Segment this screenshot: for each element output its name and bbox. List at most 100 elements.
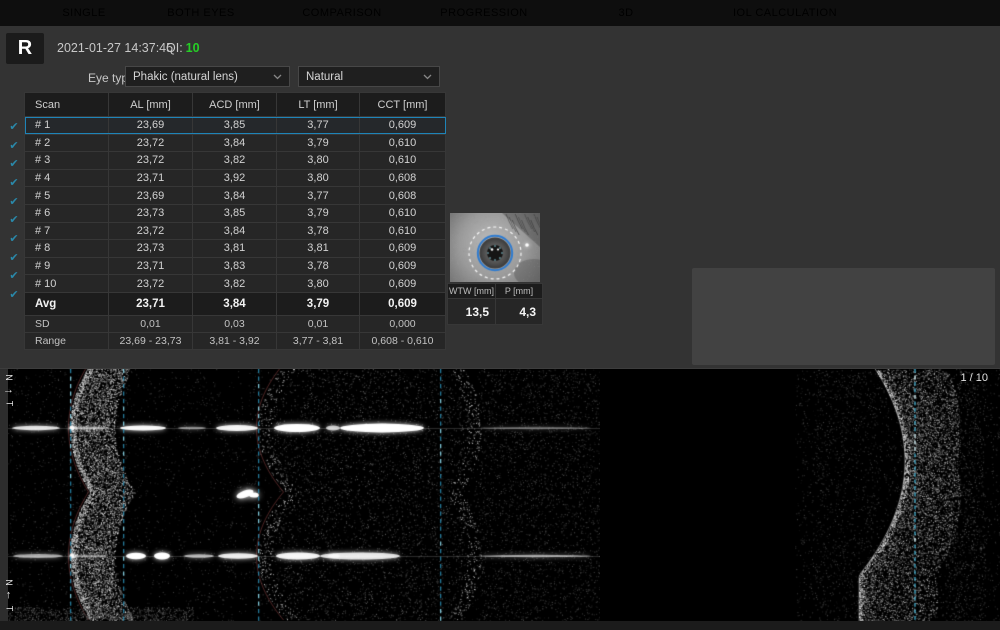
scan-page-indicator: 1 / 10 <box>960 372 988 384</box>
summary-value-cell: 0,01 <box>109 315 193 332</box>
check-icon[interactable]: ✔ <box>5 285 23 304</box>
scan-id-cell: # 4 <box>25 169 109 187</box>
scan-row[interactable]: # 423,713,923,800,608 <box>25 169 446 187</box>
value-cell: 0,610 <box>360 204 446 222</box>
scan-id-cell: # 8 <box>25 240 109 258</box>
tab-iol-calculation[interactable]: IOL CALCULATION <box>714 0 856 26</box>
scan-row[interactable]: # 523,693,843,770,608 <box>25 187 446 205</box>
tab-single[interactable]: SINGLE <box>26 0 142 26</box>
chevron-down-icon <box>273 74 282 80</box>
check-icon[interactable]: ✔ <box>5 248 23 267</box>
summary-label-cell: Avg <box>25 292 109 315</box>
scan-table-body: # 123,693,853,770,609# 223,723,843,790,6… <box>25 117 446 350</box>
direction-arrow-icon: → <box>3 385 14 396</box>
value-cell: 3,80 <box>277 169 360 187</box>
temporal-marker: T <box>4 606 13 612</box>
value-cell: 23,69 <box>109 117 193 135</box>
scan-row[interactable]: # 823,733,813,810,609 <box>25 240 446 258</box>
summary-value-cell: 0,609 <box>360 292 446 315</box>
scan-row[interactable]: # 1023,723,823,800,609 <box>25 275 446 293</box>
summary-value-cell: 3,77 - 3,81 <box>277 332 360 349</box>
value-cell: 3,82 <box>193 275 277 293</box>
check-icon[interactable]: ✔ <box>5 229 23 248</box>
eye-laterality-badge: R <box>6 33 44 64</box>
summary-value-cell: 0,03 <box>193 315 277 332</box>
oct-bscan-left[interactable] <box>8 369 600 622</box>
nasal-marker: N <box>4 579 13 586</box>
value-cell: 3,80 <box>277 152 360 170</box>
scan-id-cell: # 3 <box>25 152 109 170</box>
check-icon[interactable]: ✔ <box>5 267 23 286</box>
pupil-header: P [mm] <box>496 284 543 299</box>
check-icon[interactable]: ✔ <box>5 192 23 211</box>
value-cell: 3,92 <box>193 169 277 187</box>
scan-id-cell: # 6 <box>25 204 109 222</box>
value-cell: 23,71 <box>109 257 193 275</box>
scan-row[interactable]: # 723,723,843,780,610 <box>25 222 446 240</box>
value-cell: 23,73 <box>109 240 193 258</box>
scan-id-cell: # 1 <box>25 117 109 135</box>
exam-datetime: 2021-01-27 14:37:45 <box>57 41 173 55</box>
empty-panel <box>692 268 995 365</box>
value-cell: 3,79 <box>277 134 360 152</box>
tab-comparison: COMPARISON <box>286 0 398 26</box>
lens-type-value: Natural <box>306 71 343 83</box>
value-cell: 3,77 <box>277 117 360 135</box>
value-cell: 3,80 <box>277 275 360 293</box>
column-header: LT [mm] <box>277 93 360 117</box>
scan-id-cell: # 9 <box>25 257 109 275</box>
value-cell: 23,72 <box>109 222 193 240</box>
app-window: SINGLE BOTH EYES COMPARISON PROGRESSION … <box>0 0 1000 630</box>
value-cell: 0,610 <box>360 222 446 240</box>
check-icon[interactable]: ✔ <box>5 136 23 155</box>
value-cell: 0,610 <box>360 134 446 152</box>
summary-row-sd: SD0,010,030,010,000 <box>25 315 446 332</box>
lens-type-dropdown[interactable]: Natural <box>298 66 440 87</box>
value-cell: 0,610 <box>360 152 446 170</box>
value-cell: 3,84 <box>193 222 277 240</box>
eye-type-label: Eye type: <box>40 71 138 85</box>
value-cell: 0,608 <box>360 187 446 205</box>
value-cell: 23,73 <box>109 204 193 222</box>
summary-value-cell: 0,000 <box>360 315 446 332</box>
check-icon[interactable]: ✔ <box>5 211 23 230</box>
scan-measurement-table: ScanAL [mm]ACD [mm]LT [mm]CCT [mm] # 123… <box>24 92 446 350</box>
tab-both-eyes[interactable]: BOTH EYES <box>146 0 256 26</box>
value-cell: 3,85 <box>193 117 277 135</box>
chevron-down-icon <box>423 74 432 80</box>
summary-value-cell: 23,69 - 23,73 <box>109 332 193 349</box>
summary-value-cell: 3,81 - 3,92 <box>193 332 277 349</box>
tab-bar: SINGLE BOTH EYES COMPARISON PROGRESSION … <box>0 0 1000 26</box>
check-icon[interactable]: ✔ <box>5 154 23 173</box>
value-cell: 3,81 <box>193 240 277 258</box>
value-cell: 0,608 <box>360 169 446 187</box>
pupil-wtw-table: WTW [mm] P [mm] 13,5 4,3 <box>447 283 543 325</box>
check-icon[interactable]: ✔ <box>5 173 23 192</box>
wtw-value: 13,5 <box>448 299 496 325</box>
nasal-marker: N <box>4 374 13 381</box>
scan-id-cell: # 10 <box>25 275 109 293</box>
scan-row[interactable]: # 123,693,853,770,609 <box>25 117 446 135</box>
oct-scan-area: N → T N ↑ T 1 / 10 <box>0 368 1000 621</box>
scan-row[interactable]: # 923,713,833,780,609 <box>25 257 446 275</box>
scan-row[interactable]: # 323,723,823,800,610 <box>25 152 446 170</box>
orientation-marker-bottom: N ↑ T <box>1 578 16 613</box>
summary-value-cell: 3,84 <box>193 292 277 315</box>
scan-row[interactable]: # 223,723,843,790,610 <box>25 134 446 152</box>
scan-id-cell: # 5 <box>25 187 109 205</box>
bottom-strip <box>0 621 1000 630</box>
summary-row-avg: Avg23,713,843,790,609 <box>25 292 446 315</box>
scan-row[interactable]: # 623,733,853,790,610 <box>25 204 446 222</box>
eye-camera-image[interactable] <box>450 213 540 282</box>
value-cell: 23,72 <box>109 152 193 170</box>
temporal-marker: T <box>4 401 13 407</box>
scan-id-cell: # 7 <box>25 222 109 240</box>
oct-bscan-right[interactable] <box>795 369 1000 622</box>
summary-value-cell: 3,79 <box>277 292 360 315</box>
summary-label-cell: Range <box>25 332 109 349</box>
check-icon[interactable]: ✔ <box>5 117 23 136</box>
value-cell: 3,78 <box>277 257 360 275</box>
direction-arrow-icon: ↑ <box>6 590 12 601</box>
lens-status-dropdown[interactable]: Phakic (natural lens) <box>125 66 290 87</box>
summary-label-cell: SD <box>25 315 109 332</box>
